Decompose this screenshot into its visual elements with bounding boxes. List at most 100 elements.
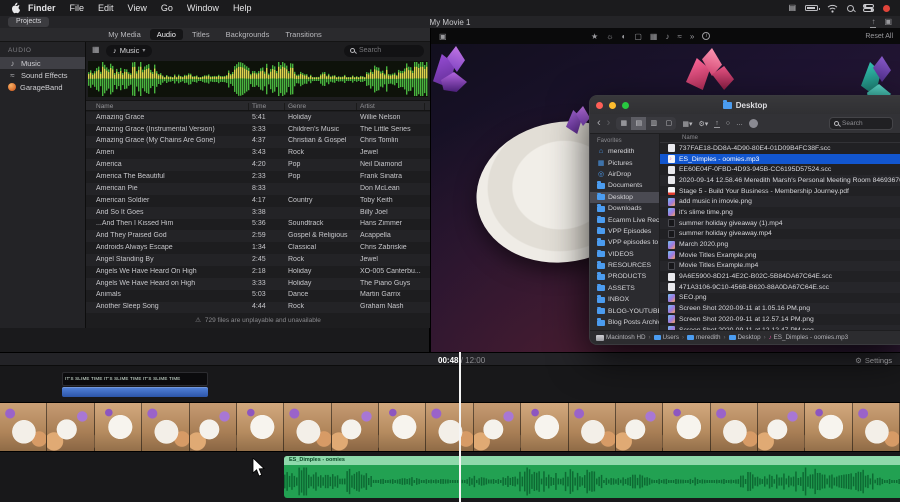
sidebar-item-music[interactable]: ♪Music bbox=[0, 57, 85, 69]
close-button[interactable] bbox=[596, 102, 603, 109]
finder-sidebar-item-assets[interactable]: ASSETS bbox=[590, 283, 659, 294]
filmstrip-thumbnail[interactable] bbox=[805, 403, 852, 451]
song-row[interactable]: Androids Always Escape1:34ClassicalChris… bbox=[86, 242, 430, 254]
more-options-icon[interactable]: … bbox=[736, 120, 743, 127]
song-row[interactable]: Amazing Grace (Instrumental Version)3:33… bbox=[86, 124, 430, 136]
finder-sidebar-item-resources[interactable]: RESOURCES bbox=[590, 260, 659, 271]
menu-view[interactable]: View bbox=[121, 0, 154, 16]
wifi-icon[interactable] bbox=[827, 4, 838, 13]
search-icon[interactable] bbox=[847, 5, 854, 12]
action-menu-icon[interactable]: ⚙▾ bbox=[698, 120, 708, 128]
song-row[interactable]: Angels We Have Heard On High2:18HolidayX… bbox=[86, 266, 430, 278]
file-row[interactable]: Movie Titles Example.png bbox=[660, 250, 900, 261]
back-button[interactable]: ‹ bbox=[597, 117, 601, 130]
battery-icon[interactable] bbox=[805, 5, 818, 11]
song-row[interactable]: American Pie8:33Don McLean bbox=[86, 183, 430, 195]
finder-sidebar-item-documents[interactable]: Documents bbox=[590, 180, 659, 191]
color-balance-icon[interactable]: ☼ bbox=[606, 32, 613, 41]
window-options-icon[interactable]: ▣ bbox=[884, 17, 892, 28]
song-row[interactable]: American Soldier4:17CountryToby Keith bbox=[86, 195, 430, 207]
song-row[interactable]: Amazing Grace (My Chains Are Gone)4:37Ch… bbox=[86, 136, 430, 148]
forward-button[interactable]: › bbox=[607, 117, 611, 130]
menu-help[interactable]: Help bbox=[226, 0, 259, 16]
file-list-header-name[interactable]: Name bbox=[660, 134, 900, 143]
sidebar-item-garageband[interactable]: GarageBand bbox=[0, 81, 85, 93]
filmstrip-thumbnail[interactable] bbox=[758, 403, 805, 451]
song-row[interactable]: Angels We Have Heard on High3:33HolidayT… bbox=[86, 278, 430, 290]
avatar-icon[interactable] bbox=[749, 119, 758, 128]
filmstrip-thumbnail[interactable] bbox=[521, 403, 568, 451]
list-view-button[interactable]: ▤ bbox=[631, 117, 646, 130]
icon-view-button[interactable]: ▦ bbox=[616, 117, 631, 130]
file-row[interactable]: ES_Dimples - oomies.mp3 bbox=[660, 154, 900, 165]
filmstrip-thumbnail[interactable] bbox=[569, 403, 616, 451]
filmstrip-thumbnail[interactable] bbox=[616, 403, 663, 451]
tab-transitions[interactable]: Transitions bbox=[278, 29, 328, 40]
column-time[interactable]: Time bbox=[252, 103, 266, 110]
group-button[interactable]: ▦▾ bbox=[682, 120, 692, 128]
menu-finder[interactable]: Finder bbox=[21, 0, 63, 16]
finder-sidebar-item-meredith[interactable]: ⌂meredith bbox=[590, 146, 659, 157]
finder-sidebar-item-pictures[interactable]: ▦Pictures bbox=[590, 157, 659, 168]
tab-audio[interactable]: Audio bbox=[150, 29, 183, 40]
finder-sidebar-item-downloads[interactable]: Downloads bbox=[590, 203, 659, 214]
media-search-field[interactable]: Search bbox=[344, 45, 424, 57]
gallery-view-button[interactable]: ▢ bbox=[661, 117, 676, 130]
menu-go[interactable]: Go bbox=[154, 0, 180, 16]
filmstrip-thumbnail[interactable] bbox=[237, 403, 284, 451]
info-icon[interactable]: i bbox=[702, 32, 710, 40]
tab-titles[interactable]: Titles bbox=[185, 29, 217, 40]
path-item-meredith[interactable]: meredith bbox=[687, 334, 721, 341]
timeline-settings-button[interactable]: ⚙ Settings bbox=[855, 356, 892, 365]
tab-backgrounds[interactable]: Backgrounds bbox=[219, 29, 277, 40]
share-icon[interactable]: ↑ bbox=[870, 17, 876, 28]
overlay-settings-icon[interactable]: ▣ bbox=[439, 32, 447, 41]
reset-all-button[interactable]: Reset All bbox=[865, 33, 893, 40]
finder-sidebar-item-videos[interactable]: VIDEOS bbox=[590, 249, 659, 260]
song-row[interactable]: Another Sleep Song4:44RockGraham Nash bbox=[86, 302, 430, 314]
filmstrip-thumbnail[interactable] bbox=[379, 403, 426, 451]
speed-icon[interactable]: » bbox=[690, 32, 694, 41]
finder-sidebar-item-blog-posts-archive[interactable]: Blog Posts Archive... bbox=[590, 317, 659, 328]
audio-clip[interactable]: ES_Dimples - oomies bbox=[284, 456, 900, 498]
file-row[interactable]: 2020-09-14 12.58.46 Meredith Marsh's Per… bbox=[660, 175, 900, 186]
song-row[interactable]: America4:20PopNeil Diamond bbox=[86, 159, 430, 171]
filmstrip-thumbnail[interactable] bbox=[142, 403, 189, 451]
song-row[interactable]: And They Praised God2:59Gospel & Religio… bbox=[86, 230, 430, 242]
finder-sidebar-item-blog-youtube[interactable]: BLOG-YOUTUBE bbox=[590, 305, 659, 316]
music-source-dropdown[interactable]: ♪ Music ▾ bbox=[106, 45, 152, 57]
column-genre[interactable]: Genre bbox=[288, 103, 306, 110]
filmstrip-thumbnail[interactable] bbox=[0, 403, 47, 451]
column-name[interactable]: Name bbox=[96, 103, 113, 110]
finder-sidebar-item-products[interactable]: PRODUCTS bbox=[590, 271, 659, 282]
file-row[interactable]: summer holiday giveaway.mp4 bbox=[660, 229, 900, 240]
finder-search-field[interactable]: Search bbox=[829, 117, 893, 130]
song-row[interactable]: America The Beautiful2:33PopFrank Sinatr… bbox=[86, 171, 430, 183]
filmstrip-thumbnail[interactable] bbox=[47, 403, 94, 451]
column-artist[interactable]: Artist bbox=[360, 103, 375, 110]
zoom-button[interactable] bbox=[622, 102, 629, 109]
tab-my-media[interactable]: My Media bbox=[101, 29, 148, 40]
filmstrip-thumbnail[interactable] bbox=[853, 403, 900, 451]
finder-sidebar-item-vpp-episodes-to-pu[interactable]: VPP episodes to pu... bbox=[590, 237, 659, 248]
finder-sidebar-item-vpp-episodes[interactable]: VPP Episodes bbox=[590, 226, 659, 237]
finder-titlebar[interactable]: Desktop bbox=[590, 96, 900, 114]
path-item-macintosh-hd[interactable]: Macintosh HD bbox=[596, 334, 646, 341]
finder-sidebar-item-airdrop[interactable]: ◎AirDrop bbox=[590, 169, 659, 180]
file-row[interactable]: Stage 5 - Build Your Business - Membersh… bbox=[660, 186, 900, 197]
filmstrip-thumbnail[interactable] bbox=[332, 403, 379, 451]
file-row[interactable]: March 2020.png bbox=[660, 239, 900, 250]
apple-menu-icon[interactable] bbox=[10, 2, 21, 14]
song-row[interactable]: Angel Standing By2:45RockJewel bbox=[86, 254, 430, 266]
record-icon[interactable] bbox=[883, 5, 890, 12]
file-row[interactable]: it's slime time.png bbox=[660, 207, 900, 218]
sidebar-item-sound-effects[interactable]: ≈Sound Effects bbox=[0, 69, 85, 81]
auto-enhance-icon[interactable]: ★ bbox=[591, 32, 598, 41]
noise-reduction-icon[interactable]: ≈ bbox=[677, 32, 681, 41]
file-row[interactable]: EE60E04F-0FBD-4D93-945B-CC6195D57524.scc bbox=[660, 164, 900, 175]
finder-sidebar-item-desktop[interactable]: Desktop bbox=[590, 192, 659, 203]
song-row[interactable]: Animals5:03DanceMartin Garrix bbox=[86, 290, 430, 302]
share-icon[interactable]: ↑ bbox=[714, 120, 720, 128]
filmstrip-thumbnail[interactable] bbox=[426, 403, 473, 451]
display-icon[interactable]: ▤ bbox=[788, 0, 796, 16]
